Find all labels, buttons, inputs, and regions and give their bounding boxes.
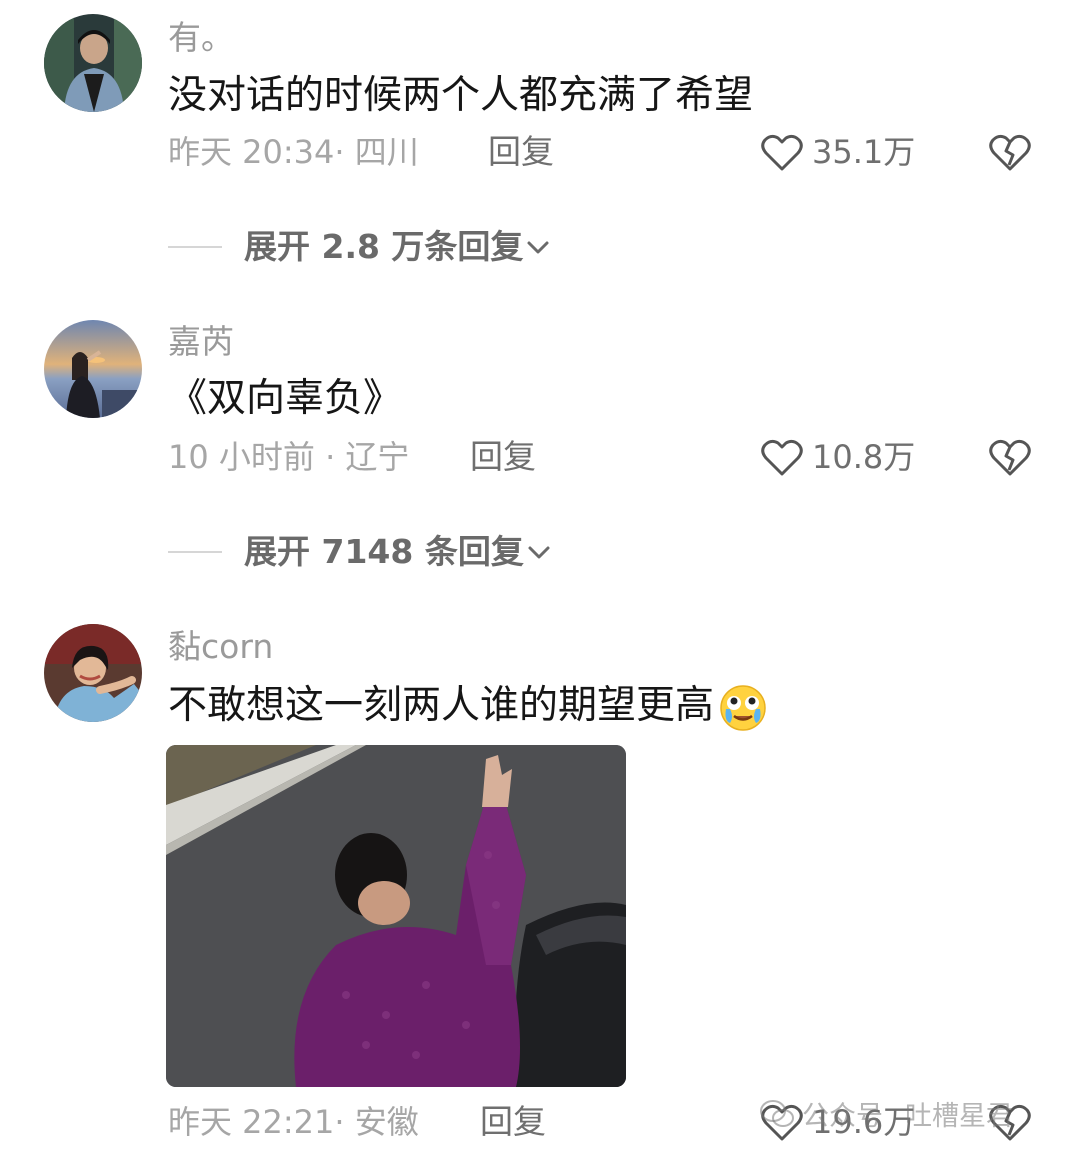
username[interactable]: 有。	[168, 18, 234, 58]
broken-heart-icon[interactable]	[988, 131, 1032, 173]
reply-button[interactable]: 回复	[488, 132, 554, 172]
expand-replies-button[interactable]: 展开 7148 条回复	[168, 530, 552, 574]
like-count: 10.8万	[812, 438, 916, 476]
expand-replies-label: 展开 2.8 万条回复	[244, 227, 524, 266]
heart-outline-icon	[761, 439, 803, 476]
comment-text: 没对话的时候两个人都充满了希望	[168, 73, 754, 118]
comment-list: 有。 没对话的时候两个人都充满了希望 昨天 20:34· 四川 回复 35.1万…	[0, 0, 1080, 1154]
divider-line	[168, 551, 222, 553]
like-count: 35.1万	[812, 133, 916, 171]
avatar[interactable]	[44, 14, 142, 112]
username[interactable]: 嘉芮	[168, 322, 234, 362]
heart-outline-icon	[761, 134, 803, 171]
comment-meta: 昨天 22:21· 安徽	[168, 1103, 419, 1141]
reply-button[interactable]: 回复	[470, 437, 536, 477]
expand-replies-button[interactable]: 展开 2.8 万条回复	[168, 225, 551, 269]
teary-laugh-emoji-icon	[720, 684, 766, 731]
watermark-name: 吐槽星君	[905, 1101, 1013, 1132]
comment-text: 不敢想这一刻两人谁的期望更高	[168, 682, 768, 733]
avatar[interactable]	[44, 624, 142, 722]
comment-image[interactable]	[166, 745, 626, 1087]
avatar[interactable]	[44, 320, 142, 418]
expand-replies-label: 展开 7148 条回复	[244, 532, 524, 571]
like-button[interactable]: 35.1万	[760, 130, 915, 174]
watermark-label: 公众号	[802, 1101, 883, 1132]
like-button[interactable]: 10.8万	[760, 435, 915, 479]
wechat-icon	[760, 1099, 794, 1127]
comment-meta: 10 小时前 · 辽宁	[168, 438, 410, 476]
chevron-down-icon	[528, 546, 550, 559]
divider-line	[168, 246, 222, 248]
username[interactable]: 黏corn	[168, 627, 273, 667]
chevron-down-icon	[527, 241, 549, 254]
watermark: 公众号 吐槽星君	[760, 1094, 1013, 1133]
reply-button[interactable]: 回复	[480, 1102, 546, 1142]
comment-text: 《双向辜负》	[168, 376, 403, 421]
comment-text-body: 不敢想这一刻两人谁的期望更高	[168, 683, 715, 728]
broken-heart-icon[interactable]	[988, 436, 1032, 478]
comment-meta: 昨天 20:34· 四川	[168, 133, 419, 171]
